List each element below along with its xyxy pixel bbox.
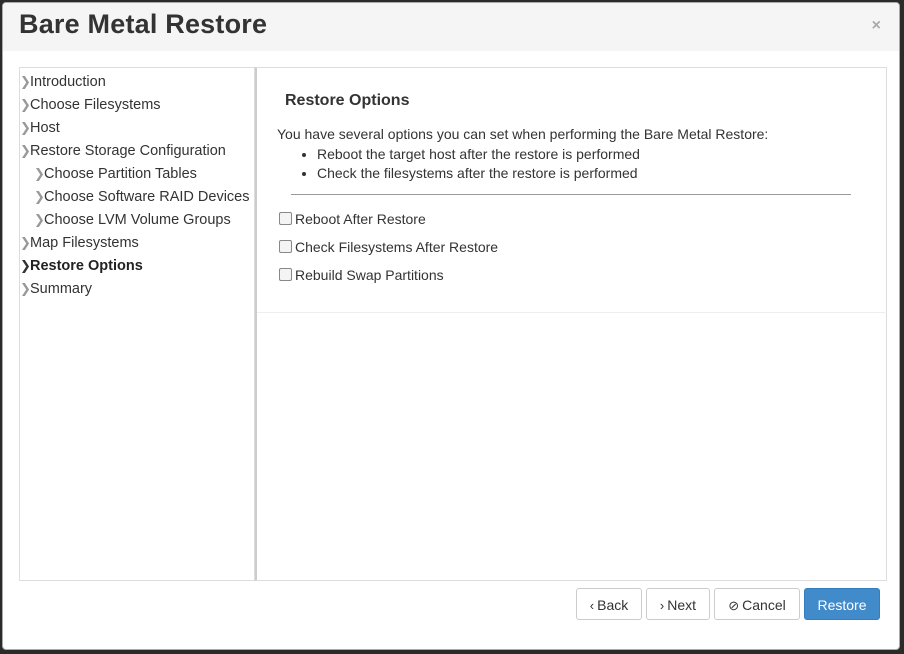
sidebar-item-host[interactable]: ❯Host bbox=[20, 116, 60, 139]
chevron-right-icon: ❯ bbox=[34, 212, 45, 227]
step-content: Restore Options You have several options… bbox=[255, 67, 887, 581]
ban-icon: ⊘ bbox=[728, 598, 740, 613]
sidebar-item-restore-storage-configuration[interactable]: ❯Restore Storage Configuration bbox=[20, 139, 226, 162]
chevron-right-icon: ❯ bbox=[20, 281, 31, 296]
chevron-right-icon: ❯ bbox=[20, 235, 31, 250]
sidebar-item-choose-software-raid-devices[interactable]: ❯Choose Software RAID Devices bbox=[34, 185, 250, 208]
chevron-right-icon: ❯ bbox=[20, 258, 31, 273]
list-item: Reboot the target host after the restore… bbox=[317, 145, 640, 164]
reboot-after-restore-option[interactable]: Reboot After Restore bbox=[279, 209, 426, 229]
sidebar-item-choose-partition-tables[interactable]: ❯Choose Partition Tables bbox=[34, 162, 197, 185]
chevron-right-icon: ❯ bbox=[34, 166, 45, 181]
sidebar-item-restore-options[interactable]: ❯Restore Options bbox=[20, 254, 143, 277]
section-title: Restore Options bbox=[285, 92, 410, 109]
back-button[interactable]: ‹ Back bbox=[576, 588, 642, 620]
restore-button[interactable]: Restore bbox=[804, 588, 880, 620]
check-filesystems-option[interactable]: Check Filesystems After Restore bbox=[279, 237, 498, 257]
bare-metal-restore-dialog: Bare Metal Restore × ❯Introduction ❯Choo… bbox=[2, 2, 900, 650]
chevron-right-icon: ❯ bbox=[20, 97, 31, 112]
wizard-steps-sidebar: ❯Introduction ❯Choose Filesystems ❯Host … bbox=[19, 67, 255, 581]
sidebar-item-choose-lvm-volume-groups[interactable]: ❯Choose LVM Volume Groups bbox=[34, 208, 231, 231]
chevron-right-icon: › bbox=[659, 598, 665, 613]
chevron-right-icon: ❯ bbox=[34, 189, 45, 204]
rebuild-swap-option[interactable]: Rebuild Swap Partitions bbox=[279, 265, 444, 285]
next-button[interactable]: › Next bbox=[646, 588, 710, 620]
sidebar-item-summary[interactable]: ❯Summary bbox=[20, 277, 92, 300]
chevron-right-icon: ❯ bbox=[20, 120, 31, 135]
intro-text: You have several options you can set whe… bbox=[277, 126, 769, 142]
cancel-button[interactable]: ⊘ Cancel bbox=[714, 588, 800, 620]
divider bbox=[291, 194, 851, 195]
option-description-list: Reboot the target host after the restore… bbox=[301, 145, 640, 183]
rebuild-swap-checkbox[interactable] bbox=[279, 268, 292, 281]
chevron-left-icon: ‹ bbox=[589, 598, 595, 613]
reboot-after-restore-checkbox[interactable] bbox=[279, 212, 292, 225]
dialog-title: Bare Metal Restore bbox=[19, 9, 268, 39]
close-icon[interactable]: × bbox=[872, 17, 881, 35]
sidebar-item-introduction[interactable]: ❯Introduction bbox=[20, 70, 106, 93]
sidebar-item-choose-filesystems[interactable]: ❯Choose Filesystems bbox=[20, 93, 161, 116]
restore-options-panel: Restore Options You have several options… bbox=[257, 68, 887, 313]
chevron-right-icon: ❯ bbox=[20, 74, 31, 89]
list-item: Check the filesystems after the restore … bbox=[317, 164, 640, 183]
check-filesystems-checkbox[interactable] bbox=[279, 240, 292, 253]
sidebar-item-map-filesystems[interactable]: ❯Map Filesystems bbox=[20, 231, 139, 254]
dialog-header: Bare Metal Restore × bbox=[3, 3, 899, 51]
chevron-right-icon: ❯ bbox=[20, 143, 31, 158]
